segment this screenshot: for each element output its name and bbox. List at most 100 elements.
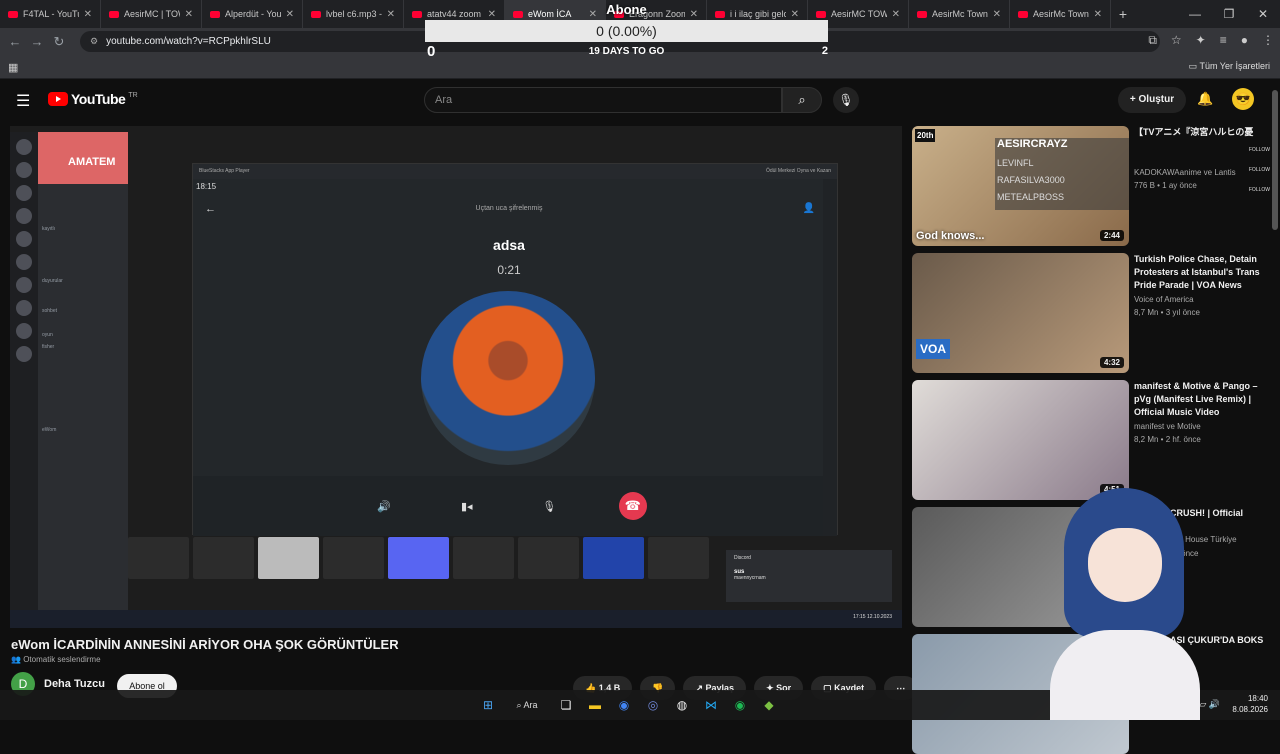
scrollbar-thumb[interactable] bbox=[1272, 90, 1278, 230]
close-icon[interactable]: ✕ bbox=[993, 9, 1001, 20]
discord-notification: Discord sus maennycrnam bbox=[726, 550, 892, 602]
close-icon[interactable]: ✕ bbox=[185, 9, 193, 20]
discord-window: AMATEM kayıtlı duyurular sohbet oyun fis… bbox=[10, 132, 128, 612]
video-thumbnail[interactable]: 20th God knows... 2:44 AESIRCRAYZ LEVINF… bbox=[912, 126, 1129, 246]
recommended-video-card[interactable]: 20th God knows... 2:44 AESIRCRAYZ LEVINF… bbox=[912, 126, 1270, 246]
all-bookmarks-link[interactable]: ▭ Tüm Yer İşaretleri bbox=[1189, 61, 1270, 72]
video-card-meta: 8,2 Mn • 2 hf. önce bbox=[1134, 435, 1201, 444]
forward-icon[interactable]: → bbox=[26, 34, 48, 49]
speaker-icon: 🔊 bbox=[377, 500, 392, 513]
voice-search-button[interactable]: 🎙 bbox=[833, 87, 859, 113]
install-icon[interactable]: ⧉ bbox=[1148, 33, 1157, 48]
close-window-icon[interactable]: ✕ bbox=[1246, 7, 1280, 21]
task-view-icon[interactable]: ❏ bbox=[556, 695, 576, 715]
recommended-video-card[interactable]: VOA 4:32 Turkish Police Chase, Detain Pr… bbox=[912, 253, 1270, 373]
overlay-name: LEVINFL bbox=[997, 158, 1034, 168]
thumbnail-badge: 20th bbox=[915, 129, 936, 142]
tab-title: Alperdüt - You bbox=[225, 9, 281, 19]
browser-tab[interactable]: AesirMc Towny ✕ bbox=[1010, 0, 1111, 28]
taskbar-clock[interactable]: 18:40 8.08.2026 bbox=[1232, 693, 1268, 715]
browser-tab[interactable]: F4TAL - YouTu ✕ bbox=[0, 0, 101, 28]
page-scrollbar[interactable] bbox=[1270, 80, 1280, 690]
server-icon bbox=[16, 277, 32, 293]
video-camera-icon: ▮◂ bbox=[460, 500, 473, 513]
youtube-wordmark: YouTube bbox=[71, 91, 126, 107]
minecraft-icon[interactable]: ◆ bbox=[759, 695, 779, 715]
menu-icon[interactable]: ⋮ bbox=[1262, 33, 1274, 48]
create-button[interactable]: + Oluştur bbox=[1118, 87, 1186, 113]
window-thumbnail bbox=[193, 537, 254, 579]
apps-grid-icon[interactable]: ▦ bbox=[8, 61, 18, 74]
inner-clock: 17:15 bbox=[853, 614, 866, 620]
video-title: eWom İCARDİNİN ANNESİNİ ARİYOR OHA ŞOK G… bbox=[11, 637, 399, 652]
chrome-icon[interactable]: ◉ bbox=[614, 695, 634, 715]
vtuber-body bbox=[1050, 630, 1200, 720]
browser-tab[interactable]: AesirMC | TOW ✕ bbox=[101, 0, 202, 28]
video-card-title[interactable]: 【TVアニメ『涼宮ハルヒの憂 bbox=[1134, 126, 1268, 139]
star-icon[interactable]: ☆ bbox=[1171, 33, 1182, 48]
taskbar-search[interactable]: ⌕ Ara bbox=[507, 700, 547, 711]
video-player[interactable]: AMATEM kayıtlı duyurular sohbet oyun fis… bbox=[10, 126, 902, 628]
tab-title: AesirMC TOW bbox=[831, 9, 887, 19]
minimize-icon[interactable]: — bbox=[1178, 7, 1212, 21]
youtube-favicon-icon bbox=[210, 10, 220, 18]
goal-target: 2 bbox=[821, 45, 828, 57]
video-card-channel[interactable]: KADOKAWAanime ve Lantis bbox=[1134, 168, 1236, 177]
video-card-channel[interactable]: manifest ve Motive bbox=[1134, 422, 1201, 431]
search-button[interactable]: ⌕ bbox=[782, 87, 822, 113]
maximize-icon[interactable]: ❐ bbox=[1212, 7, 1246, 21]
browser-tab[interactable]: AesirMc Towny ✕ bbox=[909, 0, 1010, 28]
end-call-icon: ☎ bbox=[618, 492, 647, 520]
reading-list-icon[interactable]: ≡ bbox=[1220, 33, 1227, 48]
close-icon[interactable]: ✕ bbox=[892, 9, 900, 20]
overlay-name: RAFASILVA3000 bbox=[997, 175, 1065, 185]
youtube-favicon-icon bbox=[311, 10, 321, 18]
vtuber-face bbox=[1088, 528, 1162, 602]
server-icon bbox=[16, 162, 32, 178]
discord-channel: kayıtlı bbox=[42, 226, 56, 232]
video-card-title[interactable]: Turkish Police Chase, Detain Protesters … bbox=[1134, 253, 1268, 292]
account-avatar[interactable]: 😎 bbox=[1232, 88, 1254, 110]
window-thumbnail bbox=[583, 537, 644, 579]
tab-title: lvbel c6.mp3 - bbox=[326, 9, 382, 19]
back-icon[interactable]: ← bbox=[4, 34, 26, 49]
vscode-icon[interactable]: ⋈ bbox=[701, 695, 721, 715]
profile-icon[interactable]: ● bbox=[1241, 33, 1248, 48]
youtube-logo[interactable]: YouTube TR bbox=[48, 91, 138, 107]
hamburger-menu-icon[interactable]: ☰ bbox=[16, 91, 30, 111]
video-card-channel[interactable]: Voice of America bbox=[1134, 295, 1194, 304]
notifications-bell-icon[interactable]: 🔔 bbox=[1197, 91, 1213, 107]
notification-app: Discord bbox=[734, 555, 751, 561]
new-tab-button[interactable]: + bbox=[1111, 6, 1135, 22]
site-info-icon[interactable]: ⚙ bbox=[90, 36, 98, 47]
browser-tab[interactable]: Alperdüt - You ✕ bbox=[202, 0, 303, 28]
discord-icon[interactable]: ◎ bbox=[643, 695, 663, 715]
obs-icon[interactable]: ◍ bbox=[672, 695, 692, 715]
search-input[interactable]: Ara bbox=[424, 87, 782, 113]
close-icon[interactable]: ✕ bbox=[84, 9, 92, 20]
reload-icon[interactable]: ↻ bbox=[48, 34, 70, 50]
chat-follower-overlay: AESIRCRAYZ LEVINFL RAFASILVA3000 METEALP… bbox=[995, 138, 1129, 210]
video-thumbnail[interactable]: VOA 4:32 bbox=[912, 253, 1129, 373]
windows-start-icon[interactable]: ⊞ bbox=[478, 695, 498, 715]
close-icon[interactable]: ✕ bbox=[387, 9, 395, 20]
encryption-label: Uçtan uca şifrelenmiş bbox=[475, 205, 543, 212]
server-icon bbox=[16, 254, 32, 270]
clock-time: 18:40 bbox=[1247, 694, 1268, 703]
video-card-meta: 8,7 Mn • 3 yıl önce bbox=[1134, 308, 1200, 317]
channel-name[interactable]: Deha Tuzcu bbox=[44, 678, 105, 690]
close-icon[interactable]: ✕ bbox=[286, 9, 294, 20]
tab-title: F4TAL - YouTu bbox=[23, 9, 79, 19]
server-icon bbox=[16, 323, 32, 339]
file-explorer-icon[interactable]: ▬ bbox=[585, 695, 605, 715]
close-icon[interactable]: ✕ bbox=[1094, 9, 1102, 20]
video-card-meta: 776 B • 1 ay önce bbox=[1134, 181, 1197, 190]
extensions-icon[interactable]: ✦ bbox=[1196, 33, 1206, 48]
video-card-title[interactable]: manifest & Motive & Pango – pVg (Manifes… bbox=[1134, 380, 1268, 419]
spotify-icon[interactable]: ◉ bbox=[730, 695, 750, 715]
phone-clock: 18:15 bbox=[196, 182, 217, 191]
tab-title: AesirMC | TOW bbox=[124, 9, 180, 19]
browser-tab[interactable]: lvbel c6.mp3 - ✕ bbox=[303, 0, 404, 28]
bluestacks-title: BlueStacks App Player bbox=[199, 168, 250, 174]
url-text: youtube.com/watch?v=RCPpkhlrSLU bbox=[106, 36, 271, 47]
